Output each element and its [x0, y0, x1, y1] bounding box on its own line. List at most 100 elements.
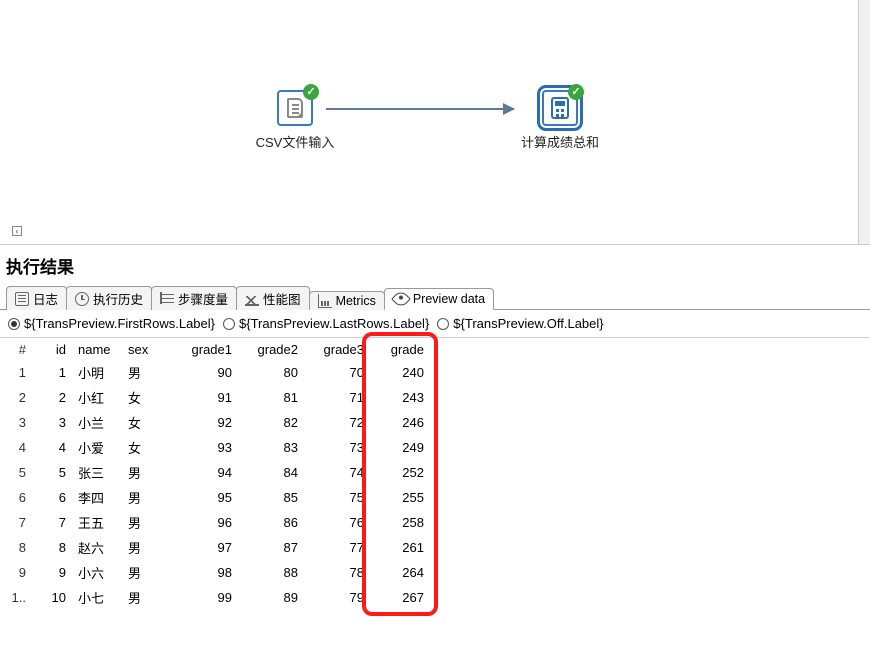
tab-step[interactable]: 步骤度量 — [151, 286, 237, 310]
preview-table-wrap: #idnamesexgrade1grade2grade3grade11小明男90… — [0, 338, 870, 610]
col-header-id[interactable]: id — [32, 338, 72, 360]
tab-log[interactable]: 日志 — [6, 286, 67, 310]
results-tabs: 日志执行历史步骤度量 性能图 Metrics Preview data — [0, 284, 870, 310]
metrics-icon — [318, 294, 332, 308]
flow-connector[interactable] — [326, 108, 514, 110]
cell-grade1: 93 — [172, 435, 238, 460]
cell-sex: 男 — [122, 560, 172, 585]
tab-perf[interactable]: 性能图 — [236, 286, 310, 310]
col-header-rownum[interactable]: # — [4, 338, 32, 360]
log-icon — [15, 292, 29, 306]
success-badge-icon: ✓ — [568, 84, 584, 100]
cell-grade2: 84 — [238, 460, 304, 485]
cell-grade1: 96 — [172, 510, 238, 535]
cell-rownum: 7 — [4, 510, 32, 535]
cell-grade2: 87 — [238, 535, 304, 560]
cell-name: 小爱 — [72, 435, 122, 460]
cell-sex: 男 — [122, 360, 172, 385]
col-header-sex[interactable]: sex — [122, 338, 172, 360]
table-row[interactable]: 66李四男958575255 — [4, 485, 430, 510]
tab-label: Metrics — [336, 294, 376, 308]
tab-metrics[interactable]: Metrics — [309, 291, 385, 310]
table-row[interactable]: 88赵六男978777261 — [4, 535, 430, 560]
cell-grade: 261 — [370, 535, 430, 560]
cell-grade3: 76 — [304, 510, 370, 535]
table-row[interactable]: 33小兰女928272246 — [4, 410, 430, 435]
history-icon — [75, 292, 89, 306]
flow-canvas[interactable]: ‹ ✓CSV文件输入✓计算成绩总和 — [0, 0, 870, 245]
col-header-grade3[interactable]: grade3 — [304, 338, 370, 360]
cell-sex: 女 — [122, 435, 172, 460]
cell-grade1: 97 — [172, 535, 238, 560]
cell-name: 小七 — [72, 585, 122, 610]
cell-name: 赵六 — [72, 535, 122, 560]
cell-grade: 267 — [370, 585, 430, 610]
cell-grade2: 81 — [238, 385, 304, 410]
col-header-grade1[interactable]: grade1 — [172, 338, 238, 360]
table-row[interactable]: 99小六男988878264 — [4, 560, 430, 585]
cell-grade2: 88 — [238, 560, 304, 585]
cell-name: 小红 — [72, 385, 122, 410]
radio-icon — [437, 318, 449, 330]
flow-node-label: 计算成绩总和 — [510, 132, 610, 151]
eye-icon — [391, 289, 411, 309]
cell-sex: 男 — [122, 535, 172, 560]
table-row[interactable]: 44小爱女938373249 — [4, 435, 430, 460]
cell-sex: 女 — [122, 410, 172, 435]
results-title: 执行结果 — [0, 245, 870, 284]
preview-radio-row: ${TransPreview.FirstRows.Label} ${TransPr… — [0, 310, 870, 338]
cell-grade: 249 — [370, 435, 430, 460]
cell-rownum: 1.. — [4, 585, 32, 610]
cell-grade: 252 — [370, 460, 430, 485]
table-row[interactable]: 1..10小七男998979267 — [4, 585, 430, 610]
table-row[interactable]: 11小明男908070240 — [4, 360, 430, 385]
tab-label: Preview data — [413, 292, 485, 306]
cell-grade1: 92 — [172, 410, 238, 435]
success-badge-icon: ✓ — [303, 84, 319, 100]
cell-grade2: 82 — [238, 410, 304, 435]
csv-file-icon: ✓ — [277, 90, 313, 126]
cell-name: 小兰 — [72, 410, 122, 435]
cell-grade3: 71 — [304, 385, 370, 410]
col-header-grade[interactable]: grade — [370, 338, 430, 360]
tab-preview[interactable]: Preview data — [384, 288, 494, 310]
cell-id: 9 — [32, 560, 72, 585]
cell-rownum: 2 — [4, 385, 32, 410]
cell-grade: 243 — [370, 385, 430, 410]
cell-grade1: 94 — [172, 460, 238, 485]
cell-grade2: 83 — [238, 435, 304, 460]
cell-grade2: 80 — [238, 360, 304, 385]
table-row[interactable]: 55张三男948474252 — [4, 460, 430, 485]
cell-grade: 264 — [370, 560, 430, 585]
radio-off[interactable]: ${TransPreview.Off.Label} — [437, 316, 603, 331]
preview-table[interactable]: #idnamesexgrade1grade2grade3grade11小明男90… — [4, 338, 430, 610]
cell-name: 王五 — [72, 510, 122, 535]
cell-rownum: 1 — [4, 360, 32, 385]
cell-grade3: 75 — [304, 485, 370, 510]
cell-rownum: 8 — [4, 535, 32, 560]
radio-last[interactable]: ${TransPreview.LastRows.Label} — [223, 316, 429, 331]
radio-first[interactable]: ${TransPreview.FirstRows.Label} — [8, 316, 215, 331]
step-icon — [160, 292, 174, 306]
cell-grade2: 86 — [238, 510, 304, 535]
flow-node-csv-input[interactable]: ✓CSV文件输入 — [245, 90, 345, 151]
cell-rownum: 3 — [4, 410, 32, 435]
table-row[interactable]: 77王五男968676258 — [4, 510, 430, 535]
cell-rownum: 6 — [4, 485, 32, 510]
cell-grade3: 74 — [304, 460, 370, 485]
canvas-scrollbar[interactable] — [858, 0, 870, 244]
cell-grade1: 99 — [172, 585, 238, 610]
flow-node-calc-sum[interactable]: ✓计算成绩总和 — [510, 90, 610, 151]
tab-label: 性能图 — [263, 289, 301, 308]
table-row[interactable]: 22小红女918171243 — [4, 385, 430, 410]
cell-rownum: 9 — [4, 560, 32, 585]
radio-label: ${TransPreview.Off.Label} — [453, 316, 603, 331]
col-header-name[interactable]: name — [72, 338, 122, 360]
tab-history[interactable]: 执行历史 — [66, 286, 152, 310]
cell-grade1: 95 — [172, 485, 238, 510]
cell-grade3: 78 — [304, 560, 370, 585]
cell-id: 5 — [32, 460, 72, 485]
cell-id: 3 — [32, 410, 72, 435]
canvas-collapse-icon[interactable]: ‹ — [12, 226, 22, 236]
col-header-grade2[interactable]: grade2 — [238, 338, 304, 360]
